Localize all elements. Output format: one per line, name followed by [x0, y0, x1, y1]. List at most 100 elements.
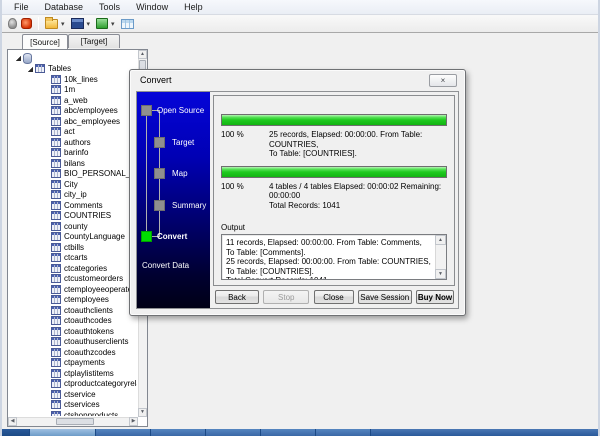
tree-item-ctoauthcodes[interactable]: ctoauthcodes: [10, 316, 137, 327]
tree-item-authors[interactable]: authors: [10, 137, 137, 148]
tree-item-label: ctcategories: [64, 264, 107, 273]
tree-item-ctpayments[interactable]: ctpayments: [10, 358, 137, 369]
tree-item-10k-lines[interactable]: 10k_lines: [10, 74, 137, 85]
table-grid-icon[interactable]: [121, 19, 134, 29]
tree-item-ctoauthtokens[interactable]: ctoauthtokens: [10, 326, 137, 337]
windows-taskbar: [0, 429, 600, 436]
tree-item-ctcarts[interactable]: ctcarts: [10, 253, 137, 264]
wizard-window-icon[interactable]: [71, 18, 84, 29]
taskbar-button[interactable]: [30, 429, 96, 436]
tree-item-ctcategories[interactable]: ctcategories: [10, 263, 137, 274]
tree-item-label: ctpayments: [64, 358, 105, 367]
output-lines: 11 records, Elapsed: 00:00:00. From Tabl…: [226, 238, 431, 280]
tree-node-label: Tables: [48, 64, 71, 73]
step-box-target: [154, 137, 165, 148]
tree-root-node[interactable]: [10, 53, 137, 64]
tree: Tables 10k_lines1ma_webabc/employeesabc_e…: [10, 53, 137, 416]
table-icon: [51, 264, 61, 273]
tree-item-ctoauthzcodes[interactable]: ctoauthzcodes: [10, 347, 137, 358]
taskbar-button[interactable]: [151, 429, 206, 436]
taskbar-button[interactable]: [96, 429, 151, 436]
tree-item-county[interactable]: county: [10, 221, 137, 232]
scroll-right-icon[interactable]: ▶: [129, 417, 138, 426]
tree-item-ctplaylistitems[interactable]: ctplaylistitems: [10, 368, 137, 379]
taskbar-start[interactable]: [0, 429, 30, 436]
table-icon: [51, 96, 61, 105]
expander-icon[interactable]: [27, 66, 33, 72]
tree-item-label: ctoauthcodes: [64, 316, 112, 325]
taskbar-empty: [371, 429, 600, 436]
tree-item-bilans[interactable]: bilans: [10, 158, 137, 169]
dropdown-arrow-icon[interactable]: ▾: [87, 20, 91, 28]
tab-source[interactable]: [Source]: [22, 34, 68, 49]
tree-item-ctcustomeorders[interactable]: ctcustomeorders: [10, 274, 137, 285]
scroll-down-icon[interactable]: ▼: [138, 408, 147, 417]
table-icon: [51, 285, 61, 294]
overall-progress-row: 100 % 4 tables / 4 tables Elapsed: 00:00…: [221, 182, 447, 211]
close-button[interactable]: Close: [314, 290, 354, 304]
table-icon: [51, 358, 61, 367]
tree-item-label: bilans: [64, 159, 85, 168]
menu-item-database[interactable]: Database: [37, 1, 92, 13]
tree-item-ctproductcategoryrelation[interactable]: ctproductcategoryrelation: [10, 379, 137, 390]
tree-item-ctoauthclients[interactable]: ctoauthclients: [10, 305, 137, 316]
taskbar-button[interactable]: [316, 429, 371, 436]
tree-item-ctoauthuserclients[interactable]: ctoauthuserclients: [10, 337, 137, 348]
open-database-folder-icon[interactable]: [45, 19, 58, 29]
app-window: FileDatabaseToolsWindowHelp ▾ ▾ ▾ [Source]…: [0, 0, 600, 436]
expander-icon[interactable]: [15, 55, 21, 61]
dropdown-arrow-icon[interactable]: ▾: [111, 20, 115, 28]
tree-horizontal-scrollbar[interactable]: ◀ ▶: [8, 417, 138, 426]
step-label-summary: Summary: [172, 201, 206, 210]
tree-item-a-web[interactable]: a_web: [10, 95, 137, 106]
scrollbar-thumb[interactable]: [56, 418, 94, 425]
tree-item-comments[interactable]: Comments: [10, 200, 137, 211]
connection-red-icon[interactable]: [21, 18, 32, 29]
export-green-icon[interactable]: [96, 18, 108, 29]
dropdown-arrow-icon[interactable]: ▾: [61, 20, 65, 28]
taskbar-button[interactable]: [261, 429, 316, 436]
tree-item-ctservices[interactable]: ctservices: [10, 400, 137, 411]
tree-item-barinfo[interactable]: barinfo: [10, 148, 137, 159]
menu-item-tools[interactable]: Tools: [91, 1, 128, 13]
tree-item-countries[interactable]: COUNTRIES: [10, 211, 137, 222]
tree-item-city[interactable]: City: [10, 179, 137, 190]
tree-item-abc-employees[interactable]: abc_employees: [10, 116, 137, 127]
tree-item-1m[interactable]: 1m: [10, 85, 137, 96]
overall-progress-detail: 4 tables / 4 tables Elapsed: 00:00:02 Re…: [269, 182, 447, 211]
table-icon: [51, 390, 61, 399]
tree-item-ctemployees[interactable]: ctemployees: [10, 295, 137, 306]
tree-item-label: 10k_lines: [64, 75, 98, 84]
tab-target[interactable]: [Target]: [68, 34, 120, 48]
table-icon: [51, 274, 61, 283]
tree-item-ctshopproducts[interactable]: ctshopproducts: [10, 410, 137, 416]
tree-item-ctservice[interactable]: ctservice: [10, 389, 137, 400]
step-box-convert: [141, 231, 152, 242]
menu-item-window[interactable]: Window: [128, 1, 176, 13]
buy-now-button[interactable]: Buy Now: [416, 290, 454, 304]
output-scrollbar[interactable]: ▲ ▼: [435, 235, 446, 279]
menu-item-help[interactable]: Help: [176, 1, 211, 13]
table-icon: [51, 159, 61, 168]
tree-item-bio-personal-inf[interactable]: BIO_PERSONAL_INF: [10, 169, 137, 180]
tree-item-abc-employees[interactable]: abc/employees: [10, 106, 137, 117]
back-button[interactable]: Back: [215, 290, 259, 304]
tree-item-city-ip[interactable]: city_ip: [10, 190, 137, 201]
scroll-up-icon[interactable]: ▲: [138, 50, 147, 59]
tree-node-tables[interactable]: Tables: [10, 64, 137, 75]
dialog-buttons: BackStopCloseSave SessionBuy Now: [210, 286, 458, 308]
scroll-left-icon[interactable]: ◀: [8, 417, 17, 426]
scroll-down-icon[interactable]: ▼: [435, 269, 446, 279]
tree-item-ctemployeeoperatelog[interactable]: ctemployeeoperatelog: [10, 284, 137, 295]
save-session-button[interactable]: Save Session: [358, 290, 412, 304]
step-box-map: [154, 168, 165, 179]
table-icon: [51, 85, 61, 94]
tree-item-countylanguage[interactable]: CountyLanguage: [10, 232, 137, 243]
bulb-icon[interactable]: [8, 18, 17, 29]
menu-item-file[interactable]: File: [6, 1, 37, 13]
close-icon[interactable]: ×: [429, 74, 457, 87]
scroll-up-icon[interactable]: ▲: [435, 235, 446, 245]
tree-item-ctbills[interactable]: ctbills: [10, 242, 137, 253]
taskbar-button[interactable]: [206, 429, 261, 436]
tree-item-act[interactable]: act: [10, 127, 137, 138]
